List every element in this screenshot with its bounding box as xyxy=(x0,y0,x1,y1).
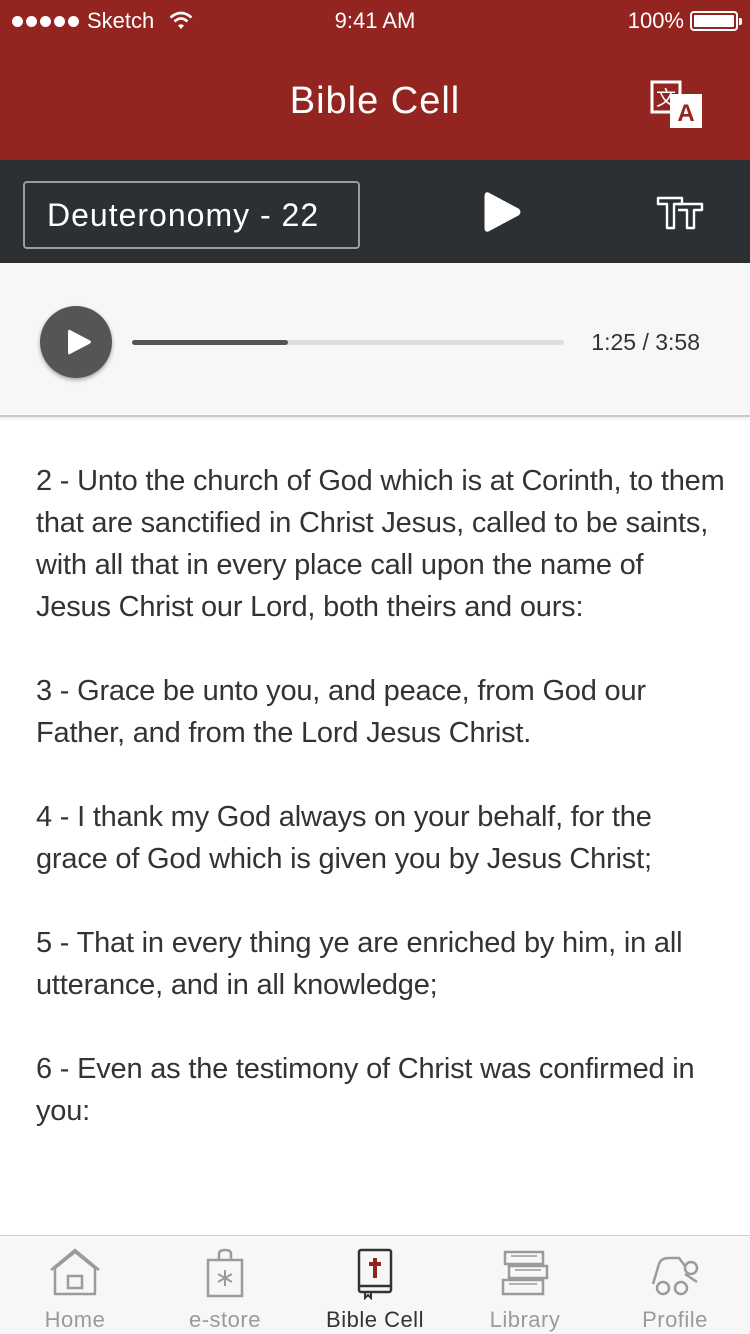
status-right: 100% xyxy=(627,8,742,34)
audio-play-button[interactable] xyxy=(40,306,112,378)
verse: 6 - Even as the testimony of Christ was … xyxy=(36,1053,695,1127)
tab-label: Profile xyxy=(642,1307,708,1332)
books-icon xyxy=(501,1250,549,1296)
navigation-bar: Bible Cell 文 A xyxy=(0,40,750,160)
reader-toolbar: Deuteronomy - 22 xyxy=(0,160,750,263)
verse: 5 - That in every thing ye are enriched … xyxy=(36,927,683,1001)
play-icon xyxy=(484,192,521,232)
chapter-selector[interactable]: Deuteronomy - 22 xyxy=(23,181,360,249)
text-size-icon xyxy=(656,196,704,230)
tab-bible-cell[interactable]: Bible Cell xyxy=(300,1236,450,1334)
chapter-label: Deuteronomy - 22 xyxy=(47,196,320,233)
tab-profile[interactable]: Profile xyxy=(600,1236,750,1334)
bible-icon xyxy=(357,1248,393,1300)
translate-button[interactable]: 文 A xyxy=(646,78,708,132)
page-title: Bible Cell xyxy=(289,80,461,122)
profile-icon xyxy=(651,1256,699,1296)
verse: 4 - I thank my God always on your behalf… xyxy=(36,801,652,875)
battery-icon xyxy=(690,11,742,31)
tab-bar: Home e-store Bible Cell Library Profile xyxy=(0,1235,750,1334)
play-icon xyxy=(68,329,91,355)
tab-label: Home xyxy=(44,1307,106,1332)
audio-time: 1:25 / 3:58 xyxy=(591,329,700,355)
audio-progress-track[interactable] xyxy=(132,340,564,345)
scripture-content[interactable]: 2 - Unto the church of God which is at C… xyxy=(36,460,726,1230)
audio-player: 1:25 / 3:58 xyxy=(0,263,750,417)
tab-label: e-store xyxy=(189,1307,261,1332)
audio-progress-fill xyxy=(132,340,288,345)
tab-e-store[interactable]: e-store xyxy=(150,1236,300,1334)
tab-label: Library xyxy=(489,1307,561,1332)
shopping-bag-icon xyxy=(206,1248,244,1298)
tab-library[interactable]: Library xyxy=(450,1236,600,1334)
status-bar: Sketch 9:41 AM 100% xyxy=(0,0,750,40)
svg-text:A: A xyxy=(677,100,694,127)
verse: 3 - Grace be unto you, and peace, from G… xyxy=(36,675,646,749)
battery-percent: 100% xyxy=(627,8,684,33)
verse: 2 - Unto the church of God which is at C… xyxy=(36,465,725,623)
tab-home[interactable]: Home xyxy=(0,1236,150,1334)
tab-label: Bible Cell xyxy=(326,1307,424,1332)
text-size-button[interactable] xyxy=(655,192,705,232)
translate-icon: 文 A xyxy=(650,80,702,128)
home-icon xyxy=(50,1248,100,1296)
toolbar-play-button[interactable] xyxy=(482,190,522,234)
